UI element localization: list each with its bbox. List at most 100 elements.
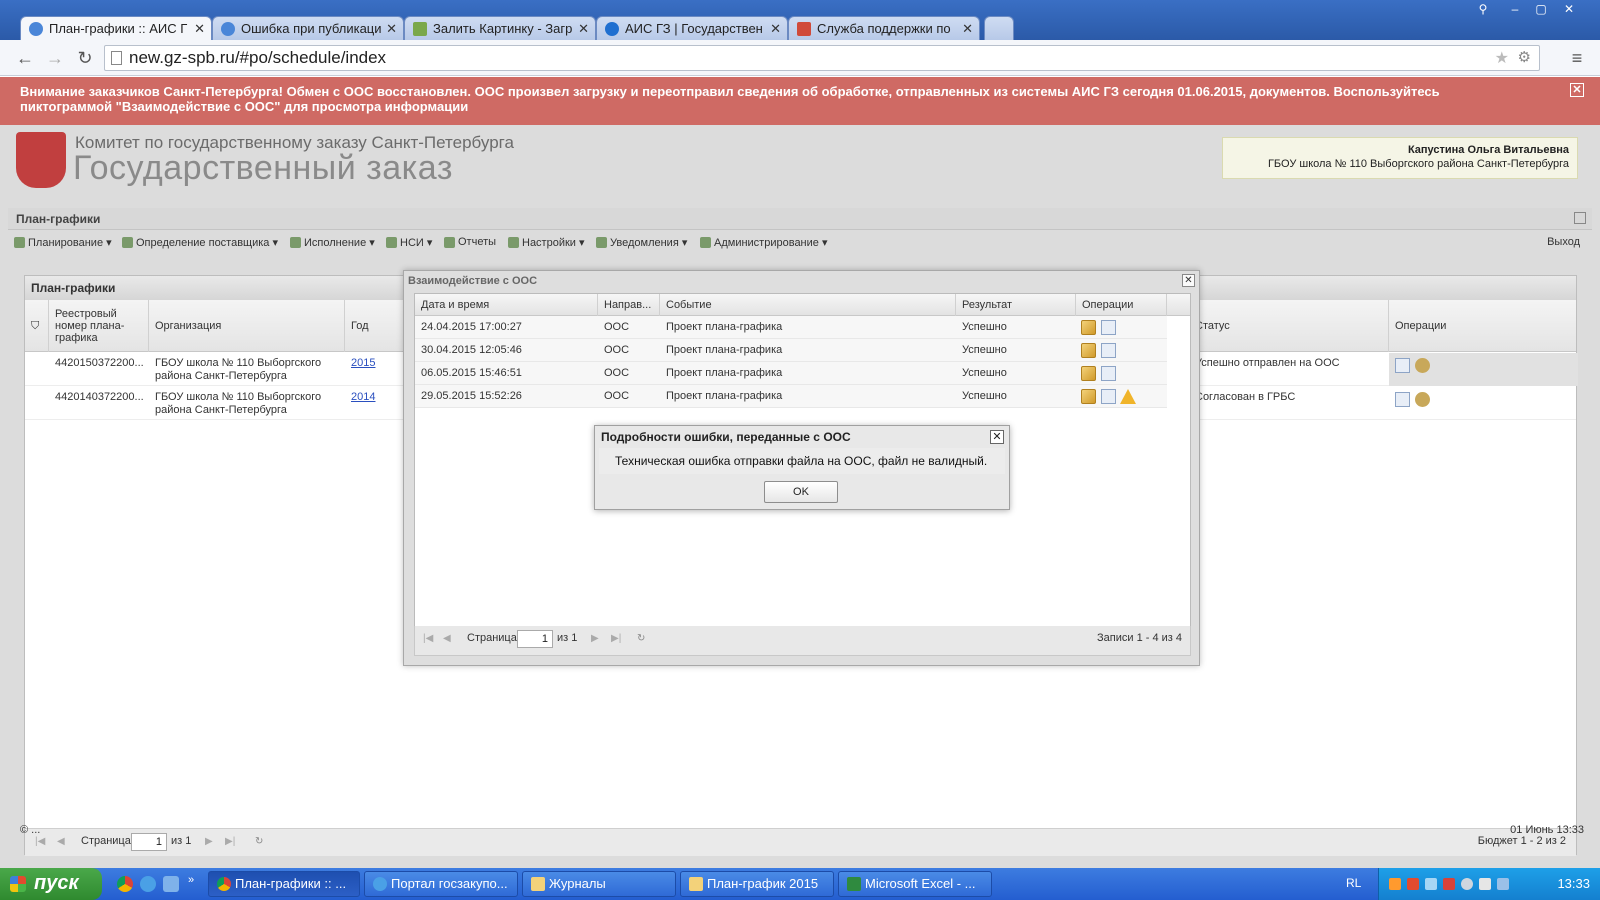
tab-favicon xyxy=(413,22,427,36)
grid-pager: |◀ ◀ Страница 1 из 1 ▶ ▶| ↻ Записи 1 - 4… xyxy=(414,626,1191,656)
taskbar-item-journals[interactable]: Журналы xyxy=(522,871,676,897)
page-input[interactable]: 1 xyxy=(517,630,553,648)
col-year[interactable]: Год xyxy=(345,300,405,352)
url-input[interactable]: new.gz-spb.ru/#po/schedule/index ★ ⚙ xyxy=(104,45,1540,71)
document-icon[interactable] xyxy=(1101,320,1116,335)
user-info: Капустина Ольга Витальевна ГБОУ школа № … xyxy=(1222,137,1578,179)
col-operations[interactable]: Операции xyxy=(1076,294,1167,316)
document-icon[interactable] xyxy=(1101,343,1116,358)
table-row[interactable]: 29.05.2015 15:52:26 ООС Проект плана-гра… xyxy=(415,385,1167,408)
tray-icon[interactable] xyxy=(1425,878,1437,890)
table-row[interactable]: 30.04.2015 12:05:46 ООС Проект плана-гра… xyxy=(415,339,1167,362)
tab-favicon xyxy=(29,22,43,36)
dialog-title: Подробности ошибки, переданные с ООС xyxy=(601,430,851,444)
table-row[interactable]: 06.05.2015 15:46:51 ООС Проект плана-гра… xyxy=(415,362,1167,385)
tab-ais-gz[interactable]: АИС ГЗ | Государствен ✕ xyxy=(596,16,788,40)
package-icon[interactable] xyxy=(1081,343,1096,358)
new-tab-button[interactable] xyxy=(984,16,1014,40)
minimize-button[interactable]: – xyxy=(1502,2,1528,18)
warning-icon[interactable] xyxy=(1120,389,1136,404)
close-icon[interactable]: ✕ xyxy=(386,21,397,37)
tray-icon[interactable] xyxy=(1461,878,1473,890)
close-icon[interactable]: ✕ xyxy=(1570,83,1584,97)
chevron-icon[interactable]: » xyxy=(188,874,194,886)
ie-icon[interactable] xyxy=(140,876,156,892)
close-icon[interactable]: ✕ xyxy=(194,21,205,37)
taskbar-item-plan-2015[interactable]: План-график 2015 xyxy=(680,871,834,897)
col-organization[interactable]: Организация xyxy=(149,300,345,352)
document-icon[interactable] xyxy=(1101,389,1116,404)
table-row[interactable]: 24.04.2015 17:00:27 ООС Проект плана-гра… xyxy=(415,316,1167,339)
menu-nsi[interactable]: НСИ ▾ xyxy=(386,236,432,249)
menu-supplier[interactable]: Определение поставщика ▾ xyxy=(122,236,278,249)
tab-strip: План-графики :: АИС Г ✕ Ошибка при публи… xyxy=(0,0,1600,40)
tab-support[interactable]: Служба поддержки по ✕ xyxy=(788,16,980,40)
chrome-icon[interactable] xyxy=(117,876,133,892)
first-page-icon[interactable]: |◀ xyxy=(423,633,435,645)
col-reg-number[interactable]: Реестровый номер плана-графика xyxy=(49,300,149,352)
menu-settings[interactable]: Настройки ▾ xyxy=(508,236,585,249)
language-indicator[interactable]: RL xyxy=(1346,876,1361,890)
reload-icon[interactable]: ↻ xyxy=(74,47,96,69)
tab-favicon xyxy=(221,22,235,36)
col-result[interactable]: Результат xyxy=(956,294,1076,316)
volume-icon[interactable] xyxy=(1479,878,1491,890)
taskbar-item-chrome[interactable]: План-графики :: ... xyxy=(208,871,360,897)
close-icon[interactable]: ✕ xyxy=(1182,274,1195,287)
refresh-icon[interactable]: ↻ xyxy=(637,633,649,645)
col-operations[interactable]: Операции xyxy=(1389,300,1578,352)
year-link[interactable]: 2015 xyxy=(351,357,375,370)
menu-planning[interactable]: Планирование ▾ xyxy=(14,236,112,249)
menu-icon[interactable]: ≡ xyxy=(1566,47,1588,69)
menu-execution[interactable]: Исполнение ▾ xyxy=(290,236,375,249)
logout-button[interactable]: Выход xyxy=(1547,236,1580,248)
close-icon[interactable]: ✕ xyxy=(578,21,589,37)
tab-plan-graphs[interactable]: План-графики :: АИС Г ✕ xyxy=(20,16,212,40)
menu-reports[interactable]: Отчеты xyxy=(444,236,496,248)
taskbar-item-portal[interactable]: Портал госзакупо... xyxy=(364,871,518,897)
browser-window: План-графики :: АИС Г ✕ Ошибка при публи… xyxy=(0,0,1600,868)
ok-button[interactable]: OK xyxy=(764,481,838,503)
package-icon[interactable] xyxy=(1081,320,1096,335)
tab-upload-image[interactable]: Залить Картинку - Загр ✕ xyxy=(404,16,596,40)
filter-icon[interactable]: ⛉ xyxy=(25,300,49,352)
main-toolbar: Планирование ▾ Определение поставщика ▾ … xyxy=(8,231,1592,257)
tray-icon[interactable] xyxy=(1389,878,1401,890)
system-tray: 13:33 xyxy=(1378,868,1600,900)
taskbar-item-excel[interactable]: Microsoft Excel - ... xyxy=(838,871,992,897)
forward-icon[interactable]: → xyxy=(44,47,66,69)
menu-administration[interactable]: Администрирование ▾ xyxy=(700,236,827,249)
prev-page-icon[interactable]: ◀ xyxy=(443,633,455,645)
back-icon[interactable]: ← xyxy=(14,47,36,69)
close-icon[interactable]: ✕ xyxy=(770,21,781,37)
close-icon[interactable]: ✕ xyxy=(962,21,973,37)
col-status[interactable]: Статус xyxy=(1189,300,1389,352)
ooc-interaction-icon[interactable] xyxy=(1415,392,1430,407)
collapse-icon[interactable] xyxy=(1574,212,1586,224)
tray-icon[interactable] xyxy=(1443,878,1455,890)
close-window-button[interactable]: ✕ xyxy=(1556,2,1582,18)
start-button[interactable]: пуск xyxy=(0,868,102,900)
next-page-icon[interactable]: ▶ xyxy=(591,633,603,645)
tray-icon[interactable] xyxy=(1407,878,1419,890)
document-icon[interactable] xyxy=(1101,366,1116,381)
star-icon[interactable]: ★ xyxy=(1495,48,1509,68)
col-datetime[interactable]: Дата и время xyxy=(415,294,598,316)
menu-notifications[interactable]: Уведомления ▾ xyxy=(596,236,687,249)
close-icon[interactable]: ✕ xyxy=(990,430,1004,444)
col-event[interactable]: Событие xyxy=(660,294,956,316)
document-icon[interactable] xyxy=(1395,392,1410,407)
package-icon[interactable] xyxy=(1081,389,1096,404)
maximize-button[interactable]: ▢ xyxy=(1528,2,1554,18)
package-icon[interactable] xyxy=(1081,366,1096,381)
tab-error[interactable]: Ошибка при публикаци ✕ xyxy=(212,16,404,40)
ie-icon[interactable] xyxy=(163,876,179,892)
year-link[interactable]: 2014 xyxy=(351,391,375,404)
ooc-interaction-icon[interactable] xyxy=(1415,358,1430,373)
network-icon[interactable] xyxy=(1497,878,1509,890)
last-page-icon[interactable]: ▶| xyxy=(611,633,623,645)
document-icon[interactable] xyxy=(1395,358,1410,373)
col-direction[interactable]: Направ... xyxy=(598,294,660,316)
user-icon[interactable]: ⚲ xyxy=(1470,2,1496,18)
wrench-icon[interactable]: ⚙ xyxy=(1518,48,1531,66)
